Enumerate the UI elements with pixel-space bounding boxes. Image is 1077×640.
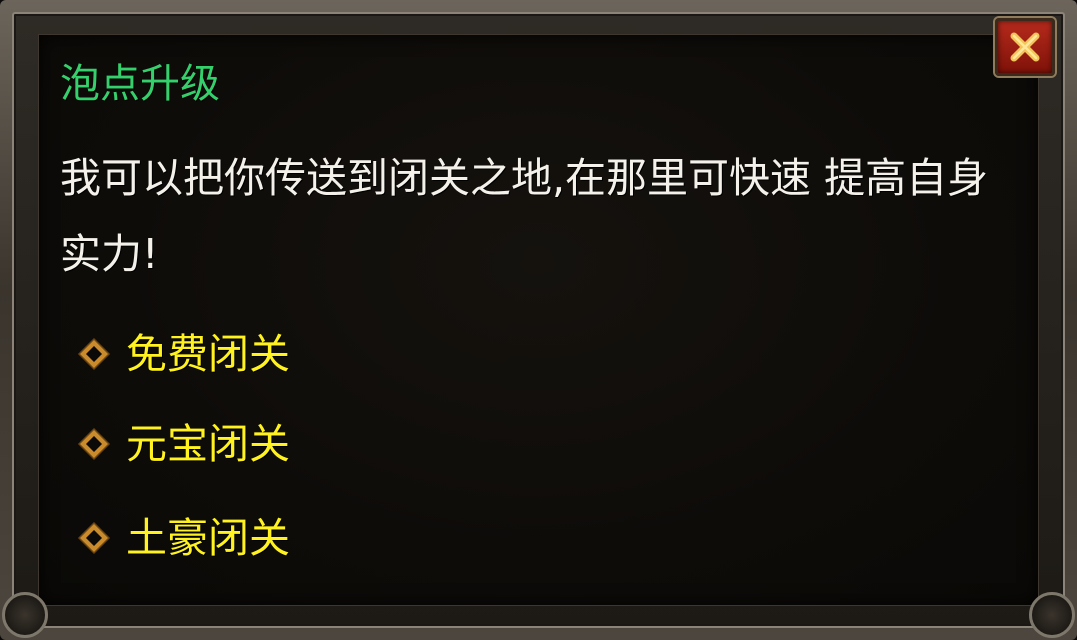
option-free-seclusion[interactable]: 免费闭关	[76, 324, 290, 384]
option-label: 元宝闭关	[126, 420, 290, 468]
close-button[interactable]	[995, 18, 1055, 76]
corner-ornament-left	[2, 592, 48, 638]
option-yuanbao-seclusion[interactable]: 元宝闭关	[76, 414, 290, 474]
npc-dialog-window: 泡点升级 我可以把你传送到闭关之地,在那里可快速 提高自身实力! 免费闭关 元宝…	[0, 0, 1077, 640]
dialog-description: 我可以把你传送到闭关之地,在那里可快速 提高自身实力!	[60, 154, 989, 278]
diamond-bullet-icon	[77, 427, 111, 461]
option-label: 土豪闭关	[126, 514, 290, 562]
diamond-bullet-icon	[77, 521, 111, 555]
corner-ornament-right	[1029, 592, 1075, 638]
option-label: 免费闭关	[126, 330, 290, 378]
dialog-title: 泡点升级	[60, 61, 220, 107]
option-tuhao-seclusion[interactable]: 土豪闭关	[76, 508, 290, 568]
close-icon	[1010, 32, 1040, 62]
diamond-bullet-icon	[77, 337, 111, 371]
